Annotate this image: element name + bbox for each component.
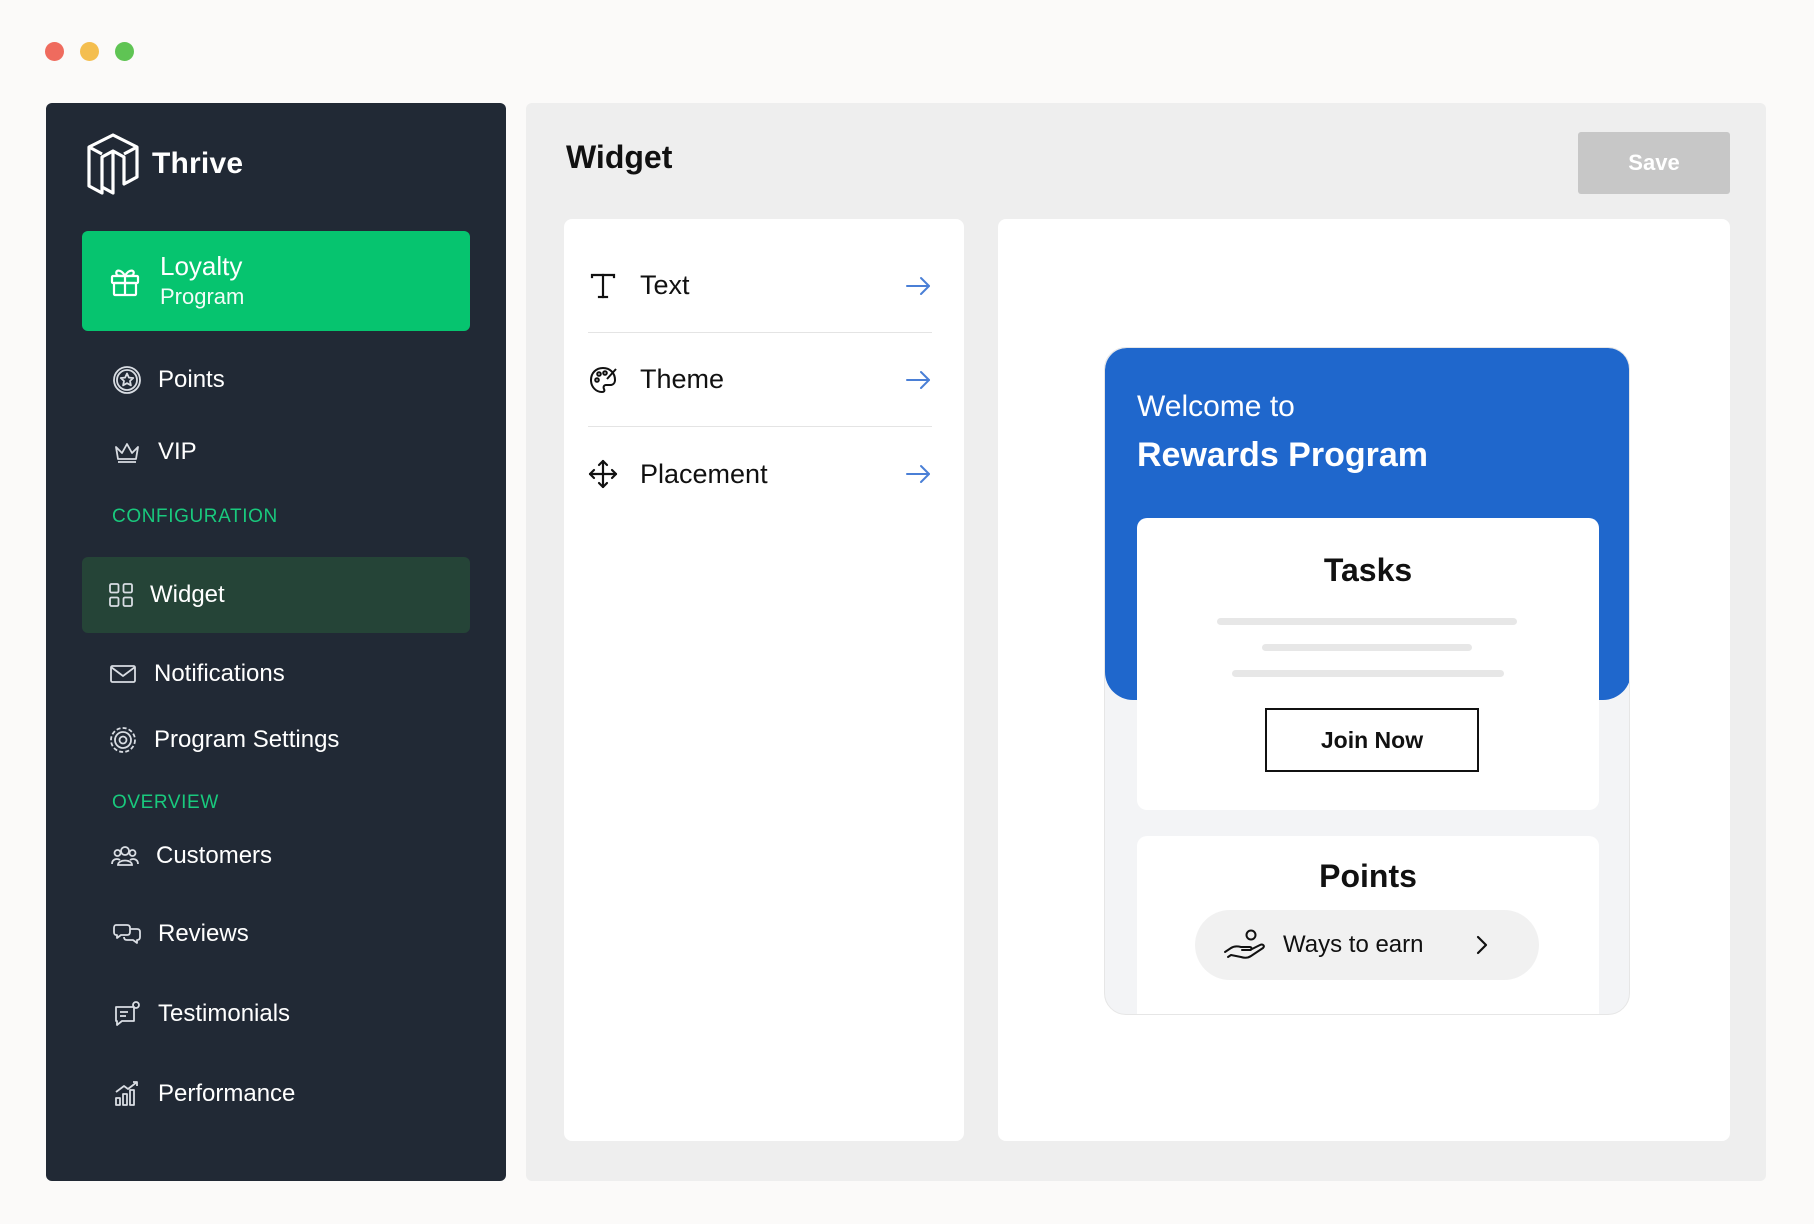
users-icon — [111, 846, 139, 866]
arrow-right-icon — [906, 465, 930, 483]
setting-item-theme[interactable]: Theme — [588, 333, 932, 427]
sidebar-item-label: Loyalty — [160, 251, 243, 281]
settings-gear-icon — [110, 727, 136, 753]
star-badge-icon — [113, 366, 141, 394]
widget-program-title: Rewards Program — [1137, 436, 1428, 474]
gift-icon — [110, 269, 140, 297]
widget-welcome-text: Welcome to — [1137, 390, 1295, 423]
setting-item-label: Placement — [640, 458, 768, 489]
sidebar-item-label: Points — [158, 366, 225, 393]
sidebar-item-performance[interactable]: Performance — [112, 1079, 295, 1109]
sidebar-item-label: Widget — [150, 581, 225, 608]
text-icon — [590, 273, 616, 298]
sidebar-item-program-settings[interactable]: Program Settings — [108, 725, 339, 755]
join-now-button[interactable]: Join Now — [1265, 708, 1479, 772]
sidebar-item-vip[interactable]: VIP — [112, 437, 197, 467]
setting-item-label: Theme — [640, 364, 725, 394]
placeholder-line — [1262, 644, 1472, 651]
sidebar: Thrive Loyalty Program Points VIP CONFIG… — [46, 103, 506, 1181]
crown-icon — [115, 443, 139, 463]
setting-item-label: Text — [640, 270, 690, 300]
sidebar-item-label: Performance — [158, 1080, 296, 1107]
page-title: Widget — [566, 139, 673, 175]
sidebar-item-label: Testimonials — [158, 1000, 291, 1027]
sidebar-item-widget[interactable]: Widget — [82, 557, 470, 633]
sidebar-item-reviews[interactable]: Reviews — [112, 919, 249, 949]
setting-item-text[interactable]: Text — [588, 239, 932, 333]
sidebar-item-label: VIP — [158, 438, 197, 465]
tasks-card: Tasks Join Now — [1137, 518, 1599, 810]
sidebar-item-notifications[interactable]: Notifications — [108, 659, 285, 689]
placeholder-line — [1232, 670, 1504, 677]
app-window: Thrive Loyalty Program Points VIP CONFIG… — [0, 0, 1814, 1224]
placeholder-line — [1217, 618, 1517, 625]
thrive-logo-icon — [87, 133, 139, 195]
testimonial-icon — [115, 1001, 140, 1026]
widget-settings-list: Text Theme Placement — [564, 219, 964, 1141]
minimize-window-button[interactable] — [80, 42, 99, 61]
mail-icon — [110, 665, 136, 683]
window-controls — [45, 42, 134, 61]
sidebar-item-testimonials[interactable]: Testimonials — [112, 999, 290, 1029]
points-title: Points — [1319, 858, 1417, 894]
close-window-button[interactable] — [45, 42, 64, 61]
main-panel: Widget Save Text Theme Placement Welcome… — [526, 103, 1766, 1181]
sidebar-item-sublabel: Program — [160, 284, 245, 309]
grid-icon — [109, 583, 133, 607]
tasks-title: Tasks — [1323, 552, 1413, 588]
save-button[interactable]: Save — [1578, 132, 1730, 194]
sidebar-item-label: Customers — [156, 842, 273, 869]
arrow-right-icon — [906, 371, 930, 389]
sidebar-item-loyalty-program[interactable]: Loyalty Program — [82, 231, 470, 331]
bar-chart-icon — [115, 1081, 138, 1106]
ways-to-earn-button[interactable]: Ways to earn — [1195, 910, 1539, 980]
sidebar-item-points[interactable]: Points — [112, 365, 225, 395]
rewards-widget-preview: Welcome to Rewards Program Tasks Join No… — [1104, 347, 1630, 1015]
brand[interactable]: Thrive — [84, 131, 243, 197]
ways-to-earn-label: Ways to earn — [1283, 931, 1424, 958]
sidebar-item-label: Notifications — [154, 660, 285, 687]
chevron-right-icon — [1476, 935, 1488, 955]
app-name: Thrive — [152, 147, 244, 180]
hand-coin-icon — [1224, 929, 1265, 959]
maximize-window-button[interactable] — [115, 42, 134, 61]
sidebar-item-label: Reviews — [158, 920, 249, 947]
chat-bubbles-icon — [113, 924, 141, 944]
section-label-configuration: CONFIGURATION — [112, 506, 278, 527]
move-icon — [588, 459, 618, 489]
section-label-overview: OVERVIEW — [112, 792, 219, 813]
arrow-right-icon — [906, 277, 930, 295]
sidebar-item-customers[interactable]: Customers — [110, 841, 272, 871]
sidebar-item-label: Program Settings — [154, 726, 340, 753]
setting-item-placement[interactable]: Placement — [588, 427, 932, 521]
palette-icon — [590, 366, 617, 393]
widget-preview-panel: Welcome to Rewards Program Tasks Join No… — [998, 219, 1730, 1141]
points-card: Points Ways to earn — [1137, 836, 1599, 1014]
